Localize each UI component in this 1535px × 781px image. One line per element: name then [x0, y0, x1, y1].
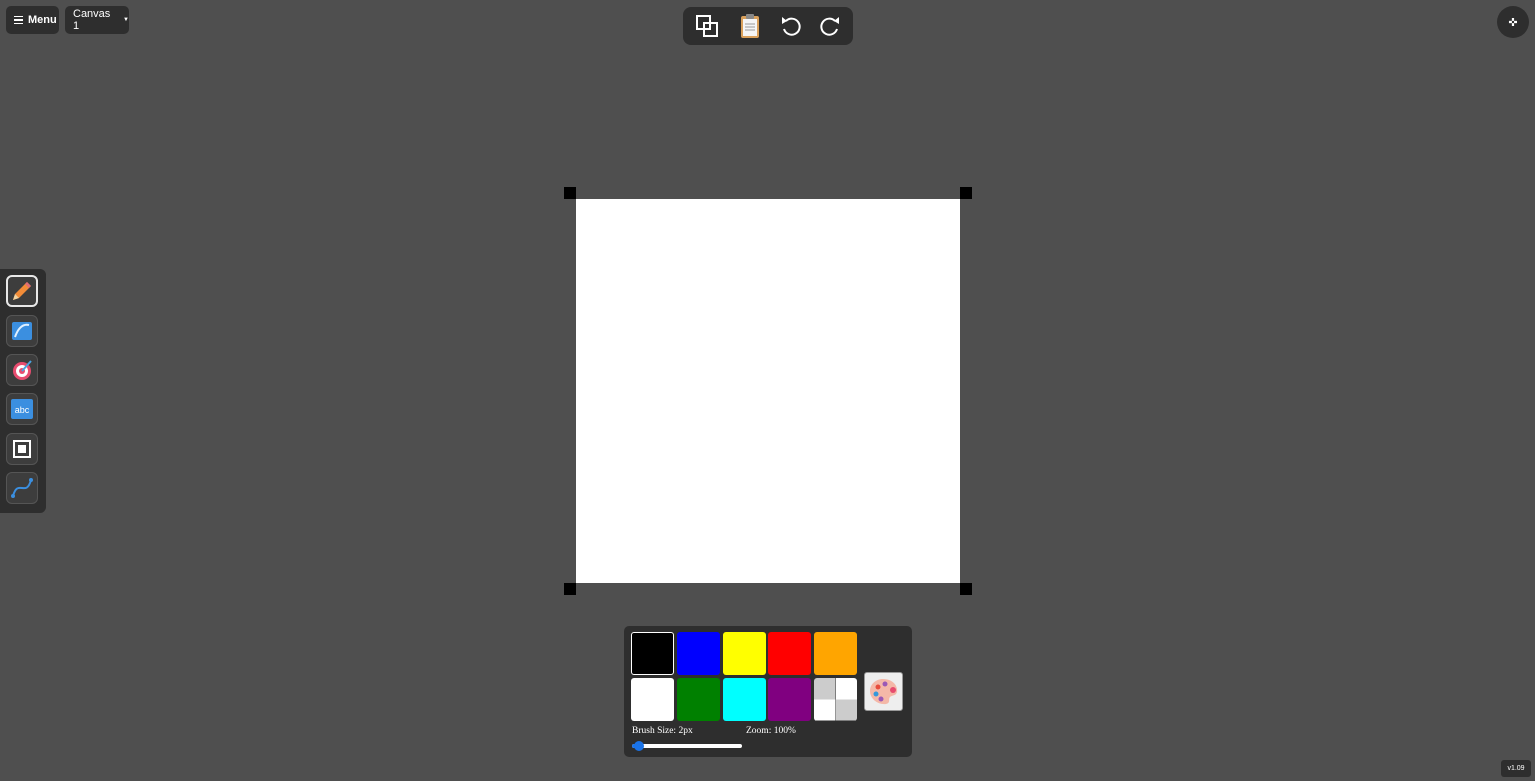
tool-curve[interactable] — [6, 472, 38, 504]
color-swatch-red[interactable] — [768, 632, 812, 675]
brush-size-slider[interactable] — [632, 741, 742, 751]
drawing-canvas[interactable] — [576, 199, 960, 583]
svg-text:abc: abc — [15, 405, 30, 415]
copy-icon[interactable] — [693, 12, 721, 40]
color-swatch-cyan[interactable] — [722, 677, 766, 721]
brush-size-label: Brush Size: 2px — [632, 726, 693, 736]
slider-thumb[interactable] — [634, 741, 645, 751]
caret-down-icon: ▼ — [123, 17, 129, 23]
redo-icon[interactable] — [815, 12, 843, 40]
fullscreen-icon: ✜ — [1508, 16, 1518, 29]
fullscreen-button[interactable]: ✜ — [1497, 6, 1529, 38]
target-icon — [13, 360, 32, 380]
menu-button[interactable]: Menu — [6, 6, 59, 34]
color-swatch-white[interactable] — [631, 677, 674, 721]
tool-brush[interactable] — [6, 315, 38, 347]
brush-stroke-icon — [12, 322, 32, 340]
tool-text[interactable]: abc — [6, 393, 38, 425]
frame-icon — [13, 440, 31, 458]
color-swatch-green[interactable] — [676, 677, 720, 721]
clipboard-icon[interactable] — [736, 12, 764, 40]
resize-handle-bottom-right[interactable] — [960, 583, 972, 595]
color-swatch-purple[interactable] — [768, 677, 812, 721]
pencil-icon — [13, 282, 31, 300]
resize-handle-top-right[interactable] — [960, 187, 972, 199]
color-swatch-orange[interactable] — [814, 632, 858, 675]
menu-label: Menu — [28, 14, 57, 26]
resize-handle-top-left[interactable] — [564, 187, 576, 199]
tool-panel: abc — [0, 269, 46, 513]
tool-frame[interactable] — [6, 433, 38, 465]
undo-icon[interactable] — [778, 12, 806, 40]
custom-color-button[interactable] — [864, 672, 903, 711]
color-panel: Brush Size: 2px Zoom: 100% — [624, 626, 912, 757]
canvas-select-value: Canvas 1 — [73, 8, 111, 32]
tool-target[interactable] — [6, 354, 38, 386]
color-swatch-black[interactable] — [631, 632, 674, 675]
canvas-select-dropdown[interactable]: Canvas 1 ▼ — [65, 6, 129, 34]
color-swatch-blue[interactable] — [676, 632, 720, 675]
color-swatch-yellow[interactable] — [722, 632, 766, 675]
resize-handle-bottom-left[interactable] — [564, 583, 576, 595]
hamburger-icon — [14, 14, 23, 27]
curve-icon — [11, 478, 33, 498]
version-badge: v1.09 — [1501, 760, 1531, 777]
zoom-label: Zoom: 100% — [746, 726, 796, 736]
tool-pencil[interactable] — [6, 275, 38, 307]
top-toolbar — [683, 7, 853, 45]
color-swatch-transparent[interactable] — [814, 677, 858, 721]
text-abc-icon: abc — [11, 399, 33, 419]
palette-icon — [870, 679, 898, 705]
slider-track — [632, 744, 742, 748]
